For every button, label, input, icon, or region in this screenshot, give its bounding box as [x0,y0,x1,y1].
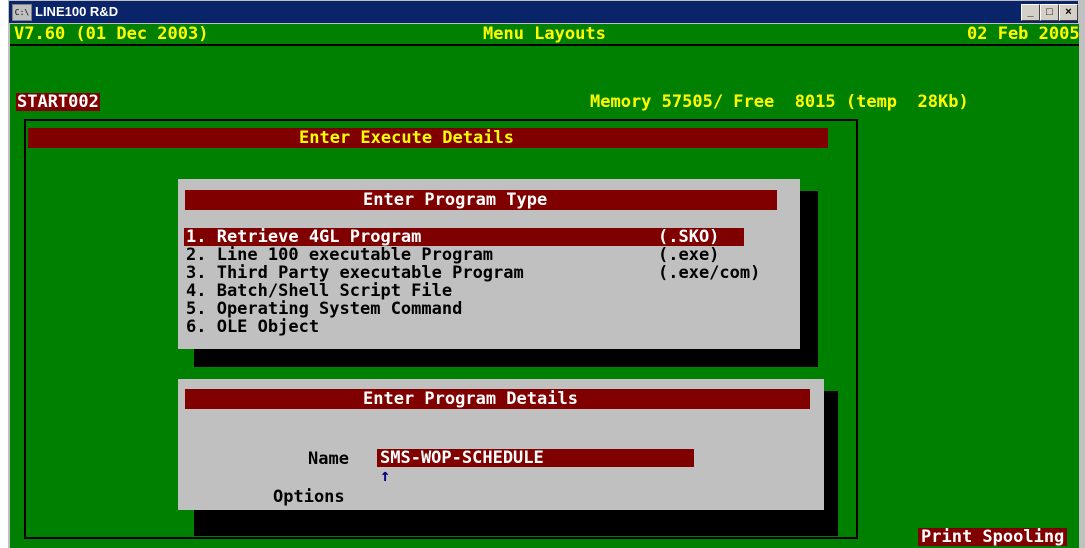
options-field[interactable] [377,486,694,504]
print-spooling-status: Print Spooling [918,528,1068,546]
title-bar[interactable]: C:\ LINE100 R&D _ □ × [8,0,1079,24]
option-3[interactable]: 3. Third Party executable Program [186,264,524,282]
maximize-button[interactable]: □ [1040,4,1059,21]
name-label: Name [308,449,349,469]
option-5[interactable]: 5. Operating System Command [186,300,462,318]
execute-details-title: Enter Execute Details [299,128,514,148]
option-6[interactable]: 6. OLE Object [186,318,319,336]
option-4[interactable]: 4. Batch/Shell Script File [186,282,452,300]
header-divider [10,44,1079,46]
window-title: LINE100 R&D [35,4,119,19]
header-line: V7.60 (01 Dec 2003) Menu Layouts 02 Feb … [10,24,1079,44]
close-button[interactable]: × [1059,4,1078,21]
date-text: 02 Feb 2005 [967,24,1079,44]
console-window: C:\ LINE100 R&D _ □ × V7.60 (01 Dec 2003… [8,0,1085,548]
option-2[interactable]: 2. Line 100 executable Program [186,246,493,264]
memory-status: Memory 57505/ Free 8015 (temp 28Kb) [590,92,969,112]
program-id: START002 [16,92,100,112]
option-1-ext: (.SKO) [658,227,720,247]
option-1[interactable]: 1. Retrieve 4GL Program [186,228,421,246]
console-area[interactable]: V7.60 (01 Dec 2003) Menu Layouts 02 Feb … [10,24,1079,548]
program-details-panel: Enter Program Details Name SMS-WOP-SCHED… [178,379,824,510]
cursor-arrow-icon: ↑ [380,466,391,486]
screen-title: Menu Layouts [483,24,606,44]
minimize-button[interactable]: _ [1021,4,1040,21]
program-details-title: Enter Program Details [363,389,578,409]
options-label: Options [273,487,345,507]
name-value[interactable]: SMS-WOP-SCHEDULE [380,449,544,467]
program-type-panel: Enter Program Type 1. Retrieve 4GL Progr… [178,179,800,349]
console-icon[interactable]: C:\ [12,4,32,21]
version-text: V7.60 (01 Dec 2003) [14,24,209,44]
option-2-ext: (.exe) [658,245,720,265]
program-type-title: Enter Program Type [363,190,548,210]
option-3-ext: (.exe/com) [658,263,761,283]
